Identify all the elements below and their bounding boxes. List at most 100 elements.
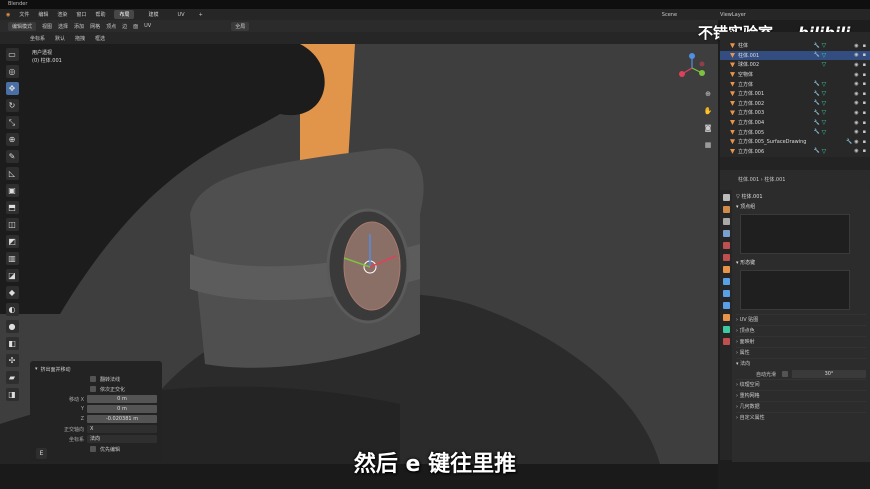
- annotate-tool-icon[interactable]: ✎: [5, 150, 19, 163]
- measure-tool-icon[interactable]: ◺: [5, 167, 19, 180]
- camera-visibility-icon[interactable]: ▪: [863, 43, 866, 49]
- texture-space-section[interactable]: › 纹理空间: [736, 379, 866, 390]
- object-tab-icon[interactable]: [722, 266, 730, 273]
- select-menu[interactable]: 选择: [58, 23, 68, 30]
- transform-tool-icon[interactable]: ⊕: [5, 133, 19, 146]
- bevel-tool-icon[interactable]: ◩: [5, 235, 19, 248]
- select-tool-icon[interactable]: ▭: [5, 48, 19, 61]
- modifier-tab-icon[interactable]: [722, 278, 730, 285]
- vertex-menu[interactable]: 顶点: [106, 23, 116, 30]
- coord-system-dropdown[interactable]: 法向: [87, 435, 157, 443]
- add-cube-tool-icon[interactable]: ▣: [5, 184, 19, 197]
- blender-logo-icon[interactable]: ◉: [6, 12, 10, 18]
- perspective-grid-icon[interactable]: ▦: [703, 141, 713, 151]
- eye-icon[interactable]: ◉: [854, 81, 858, 87]
- eye-icon[interactable]: ◉: [854, 72, 858, 78]
- outliner-item[interactable]: 球体.002 ▽ ◉ ▪: [720, 60, 870, 70]
- outliner-item[interactable]: 立方体.006 🔧 ▽ ◉ ▪: [720, 147, 870, 157]
- shapekeys-section[interactable]: ▾ 形态键: [736, 258, 866, 268]
- auto-smooth-angle[interactable]: 30°: [792, 370, 866, 378]
- face-maps-section[interactable]: › 面映射: [736, 336, 866, 347]
- shear-tool-icon[interactable]: ▰: [5, 371, 19, 384]
- cursor-tool-icon[interactable]: ◎: [5, 65, 19, 78]
- knife-tool-icon[interactable]: ◪: [5, 269, 19, 282]
- menu-file[interactable]: 文件: [19, 11, 29, 18]
- menu-render[interactable]: 渲染: [57, 11, 67, 18]
- world-tab-icon[interactable]: [722, 254, 730, 261]
- eye-icon[interactable]: ◉: [854, 100, 858, 106]
- scene-tab-icon[interactable]: [722, 242, 730, 249]
- viewlayer-selector[interactable]: ViewLayer: [720, 12, 746, 18]
- camera-visibility-icon[interactable]: ▪: [863, 81, 866, 87]
- physics-tab-icon[interactable]: [722, 302, 730, 309]
- tab-uv[interactable]: UV: [172, 11, 189, 19]
- data-tab-icon[interactable]: [722, 326, 730, 333]
- spin-tool-icon[interactable]: ◐: [5, 303, 19, 316]
- camera-visibility-icon[interactable]: ▪: [863, 148, 866, 154]
- custom-props-section[interactable]: › 自定义属性: [736, 412, 866, 423]
- camera-visibility-icon[interactable]: ▪: [863, 110, 866, 116]
- extrude-tool-icon[interactable]: ⬒: [5, 201, 19, 214]
- menu-window[interactable]: 窗口: [76, 11, 86, 18]
- navigation-gizmo[interactable]: [676, 52, 708, 84]
- eye-icon[interactable]: ◉: [854, 110, 858, 116]
- orient-axis-dropdown[interactable]: X: [87, 425, 157, 433]
- render-tab-icon[interactable]: [722, 206, 730, 213]
- outliner-item[interactable]: 立方体.005_SurfaceDrawing 🔧 ◉ ▪: [720, 137, 870, 147]
- face-menu[interactable]: 面: [133, 23, 138, 30]
- shrink-tool-icon[interactable]: ✣: [5, 354, 19, 367]
- mesh-name-field[interactable]: ▽ 柱体.001: [736, 192, 866, 202]
- uv-menu[interactable]: UV: [144, 23, 151, 29]
- rotate-tool-icon[interactable]: ↻: [5, 99, 19, 112]
- constraints-tab-icon[interactable]: [722, 314, 730, 321]
- scene-selector[interactable]: Scene: [662, 12, 677, 18]
- polybuild-tool-icon[interactable]: ◆: [5, 286, 19, 299]
- move-x-field[interactable]: 0 m: [87, 395, 157, 403]
- camera-visibility-icon[interactable]: ▪: [863, 52, 866, 58]
- outliner-item[interactable]: 柱体 🔧 ▽ ◉ ▪: [720, 41, 870, 51]
- particles-tab-icon[interactable]: [722, 290, 730, 297]
- add-workspace-icon[interactable]: +: [199, 12, 203, 18]
- output-tab-icon[interactable]: [722, 218, 730, 225]
- loopcut-tool-icon[interactable]: ▥: [5, 252, 19, 265]
- outliner-item[interactable]: 立方体.002 🔧 ▽ ◉ ▪: [720, 99, 870, 109]
- tool-tab-icon[interactable]: [722, 194, 730, 201]
- remesh-section[interactable]: › 重构网格: [736, 390, 866, 401]
- eye-icon[interactable]: ◉: [854, 129, 858, 135]
- op-panel-title[interactable]: ▾ 挤出面并移动: [35, 364, 157, 374]
- outliner-item-selected[interactable]: 柱体.001 🔧 ▽ ◉ ▪: [720, 50, 870, 61]
- vgroups-section[interactable]: ▾ 顶点组: [736, 202, 866, 212]
- scale-tool-icon[interactable]: ⤡: [5, 116, 19, 129]
- move-y-field[interactable]: 0 m: [87, 405, 157, 413]
- camera-visibility-icon[interactable]: ▪: [863, 120, 866, 126]
- dissolve-orth-checkbox[interactable]: [90, 386, 96, 392]
- mesh-menu[interactable]: 网格: [90, 23, 100, 30]
- camera-visibility-icon[interactable]: ▪: [863, 72, 866, 78]
- view-menu[interactable]: 视图: [42, 23, 52, 30]
- move-tool-icon[interactable]: ✥: [5, 82, 19, 95]
- geometry-data-section[interactable]: › 几何数据: [736, 401, 866, 412]
- camera-visibility-icon[interactable]: ▪: [863, 139, 866, 145]
- vgroups-list[interactable]: [740, 214, 850, 254]
- move-z-field[interactable]: -0.020381 m: [87, 415, 157, 423]
- eye-icon[interactable]: ◉: [854, 91, 858, 97]
- eye-icon[interactable]: ◉: [854, 43, 858, 49]
- menu-edit[interactable]: 编辑: [38, 11, 48, 18]
- eye-icon[interactable]: ◉: [854, 148, 858, 154]
- camera-visibility-icon[interactable]: ▪: [863, 91, 866, 97]
- outliner-item[interactable]: 立方体.004 🔧 ▽ ◉ ▪: [720, 118, 870, 128]
- camera-icon[interactable]: ◙: [703, 124, 713, 134]
- properties-search-bar[interactable]: [720, 157, 870, 170]
- inset-tool-icon[interactable]: ◫: [5, 218, 19, 231]
- smooth-tool-icon[interactable]: ●: [5, 320, 19, 333]
- zoom-icon[interactable]: ⊕: [703, 90, 713, 100]
- outliner-item[interactable]: 立方体.001 🔧 ▽ ◉ ▪: [720, 89, 870, 99]
- attributes-section[interactable]: › 属性: [736, 347, 866, 358]
- edge-menu[interactable]: 边: [122, 23, 127, 30]
- eye-icon[interactable]: ◉: [854, 139, 858, 145]
- shapekeys-list[interactable]: [740, 270, 850, 310]
- mode-dropdown[interactable]: 编辑模式: [8, 21, 37, 31]
- menu-help[interactable]: 帮助: [95, 11, 105, 18]
- uv-maps-section[interactable]: › UV 贴图: [736, 314, 866, 325]
- flip-normals-checkbox[interactable]: [90, 376, 96, 382]
